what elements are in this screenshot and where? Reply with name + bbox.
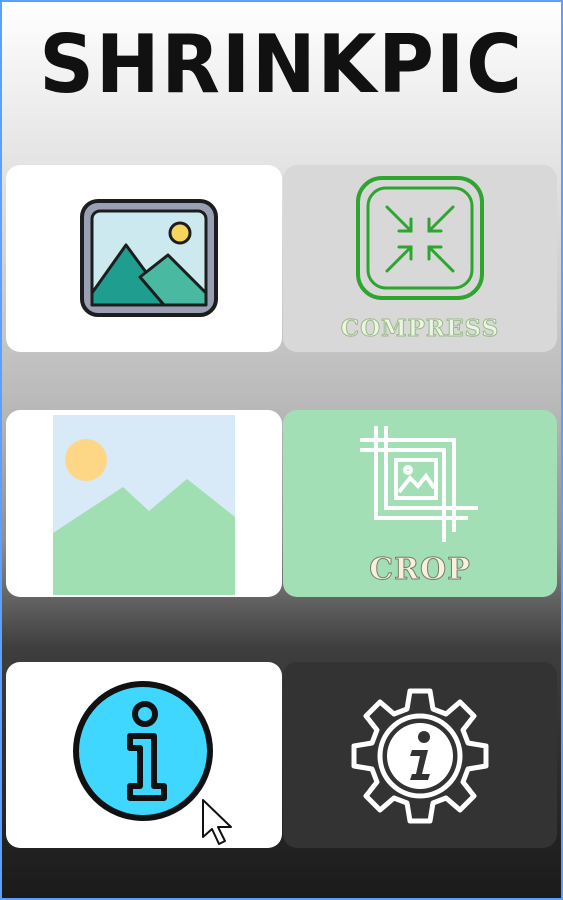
info-icon <box>73 681 213 821</box>
crop-label: CROP <box>369 552 471 588</box>
gear-info-icon <box>351 688 489 824</box>
image-gallery-icon <box>80 199 218 317</box>
info-button[interactable] <box>6 662 282 848</box>
crop-button[interactable]: CROP <box>283 410 557 597</box>
app-title: SHRINKPIC <box>39 18 524 111</box>
compress-arrows-icon <box>356 176 484 300</box>
landscape-placeholder-icon <box>53 415 235 595</box>
select-image-button[interactable] <box>6 165 282 352</box>
mouse-pointer-icon <box>202 799 232 845</box>
settings-button[interactable] <box>283 662 557 848</box>
compress-label: COMPRESS <box>340 315 500 343</box>
compress-button[interactable]: COMPRESS <box>283 165 557 352</box>
crop-icon <box>360 426 478 542</box>
image-preview-area[interactable] <box>6 410 282 597</box>
